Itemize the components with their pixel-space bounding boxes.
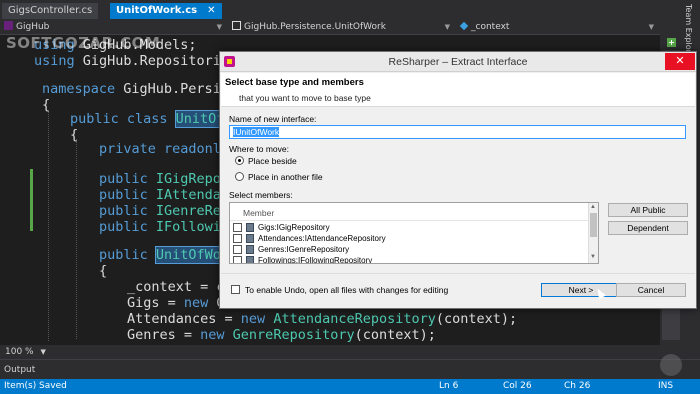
chevron-down-icon[interactable]: ▼ [40,348,45,356]
all-public-button[interactable]: All Public [608,203,688,217]
header-subtitle: that you want to move to base type [239,93,371,103]
property-icon [246,234,254,243]
list-item[interactable]: Gigs:IGigRepository [233,222,583,233]
indent-guide [48,111,49,341]
zoom-bar: 100 % ▼ [0,345,660,359]
code-line: { [99,263,108,279]
enable-undo-checkbox[interactable] [231,285,240,294]
close-icon[interactable]: ✕ [207,5,215,16]
status-char: Ch 26 [564,381,591,391]
code-line: { [70,127,79,143]
cancel-button[interactable]: Cancel [616,283,686,297]
watermark: SOFTGOZAR.COM [6,34,161,52]
chevron-down-icon: ▼ [444,23,450,31]
status-mode: INS [658,381,674,391]
code-line: public class UnitOfWo [70,110,242,128]
document-tab-bar: GigsController.cs UnitOfWork.cs ✕ [0,0,700,19]
tab-gigscontroller[interactable]: GigsController.cs [2,3,99,19]
project-dropdown[interactable]: GigHub ▼ [4,21,224,33]
member-name: _context [471,22,510,32]
dialog-title: ReSharper – Extract Interface [388,56,528,68]
code-line: _context = co [127,279,233,295]
code-line: Gigs = new Gi [127,295,233,311]
header-divider [230,220,588,221]
code-line: private readonly [99,141,230,157]
member-label: Genres:IGenreRepository [258,245,350,254]
property-icon [246,223,254,232]
member-checkbox[interactable] [233,223,242,232]
code-line: public IAttendanc [99,187,238,203]
navigation-bar: GigHub ▼ GigHub.Persistence.UnitOfWork ▼… [0,19,660,35]
chevron-down-icon: ▼ [216,23,222,31]
output-label: Output [4,365,36,375]
chevron-down-icon: ▼ [648,23,654,31]
type-dropdown[interactable]: GigHub.Persistence.UnitOfWork ▼ [232,21,452,33]
type-name: GigHub.Persistence.UnitOfWork [244,22,386,32]
dialog-header: Select base type and members that you wa… [221,73,695,107]
list-item[interactable]: Genres:IGenreRepository [233,244,583,255]
code-line: { [42,97,51,113]
list-item[interactable]: Followings:IFollowingRepository [233,255,583,264]
member-checkbox[interactable] [233,245,242,254]
code-line: public IGenreRepo [99,203,238,219]
dialog-footer: To enable Undo, open all files with chan… [221,273,695,308]
members-list[interactable]: Member Gigs:IGigRepository Attendances:I… [229,202,599,264]
code-line: namespace GigHub.Persiste [42,81,246,97]
member-label: Gigs:IGigRepository [258,223,330,232]
enable-undo-label[interactable]: To enable Undo, open all files with chan… [245,285,448,295]
place-in-another-file-radio[interactable] [235,172,244,181]
member-label: Followings:IFollowingRepository [258,256,373,264]
status-col: Col 26 [503,381,532,391]
dialog-titlebar: ReSharper – Extract Interface ✕ [220,52,696,72]
property-icon [246,256,254,263]
next-button[interactable]: Next > [541,283,621,297]
code-line: public UnitOfWork [99,246,239,264]
member-label: Attendances:IAttendanceRepository [258,234,386,243]
interface-name-input[interactable]: IUnitOfWork [229,125,686,139]
zoom-level[interactable]: 100 % [5,347,34,357]
interface-name-label: Name of new interface: [229,114,317,124]
change-marker [30,169,33,231]
place-beside-label[interactable]: Place beside [248,156,297,166]
play-icon [660,354,682,376]
property-icon [246,245,254,254]
member-dropdown[interactable]: _context ▼ [459,21,656,33]
indent-guide [76,139,77,339]
interface-name-value: IUnitOfWork [233,127,280,137]
members-scrollbar[interactable]: ▲ ▼ [588,203,598,263]
header-title: Select base type and members [225,77,364,88]
dependent-button[interactable]: Dependent [608,221,688,235]
chevron-up-icon[interactable]: ▲ [590,204,596,210]
scrollbar-thumb[interactable] [590,213,597,237]
field-icon [459,21,469,31]
place-beside-radio[interactable] [235,156,244,165]
code-line: Attendances = new AttendanceRepository(c… [127,311,518,327]
code-line: using GigHub.Repositories [34,53,238,69]
close-icon[interactable]: ✕ [665,53,695,70]
expand-icon[interactable]: + [667,38,676,47]
list-item[interactable]: Attendances:IAttendanceRepository [233,233,583,244]
csharp-project-icon [4,21,13,30]
code-line: Genres = new GenreRepository(context); [127,327,436,343]
member-checkbox[interactable] [233,256,242,263]
status-bar: Item(s) Saved Ln 6 Col 26 Ch 26 INS [0,379,700,394]
member-column-header[interactable]: Member [243,208,274,218]
status-line: Ln 6 [439,381,459,391]
extract-interface-dialog: ReSharper – Extract Interface ✕ Select b… [219,51,697,309]
move-location-label: Where to move: [229,144,289,154]
place-in-another-file-label[interactable]: Place in another file [248,172,323,182]
tab-label: GigsController.cs [8,5,93,16]
member-checkbox[interactable] [233,234,242,243]
code-line: public IFollowing [99,219,238,235]
class-icon [232,21,241,30]
output-panel-tab[interactable]: Output [0,359,700,379]
tab-unitofwork[interactable]: UnitOfWork.cs ✕ [110,3,222,19]
chevron-down-icon[interactable]: ▼ [590,254,596,260]
select-members-label: Select members: [229,190,293,200]
project-name: GigHub [16,22,50,32]
tab-label: UnitOfWork.cs [116,5,198,16]
status-message: Item(s) Saved [4,381,67,391]
code-line: public IGigReposi [99,171,238,187]
